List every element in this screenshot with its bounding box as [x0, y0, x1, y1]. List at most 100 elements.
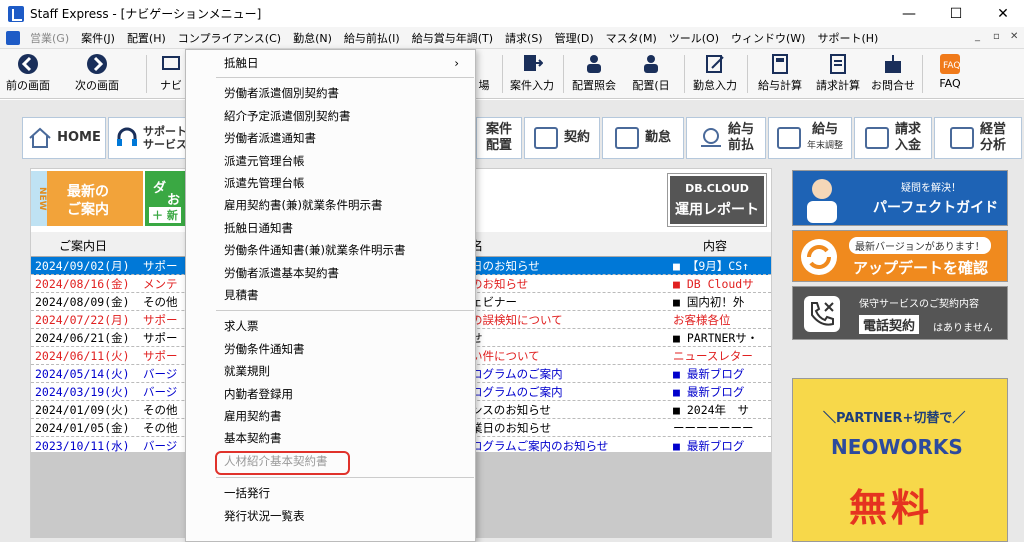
- row-category: メンテ: [143, 277, 178, 291]
- db-cloud-report-button[interactable]: DB.CLOUD 運用レポート: [667, 173, 767, 227]
- db-line1: ダ: [153, 181, 167, 196]
- menu-kanri[interactable]: 管理(D): [549, 30, 600, 46]
- menu-seikyu[interactable]: 請求(S): [499, 30, 549, 46]
- tab-keiei[interactable]: 経営 分析: [934, 117, 1022, 159]
- tab-kyuyo-maebarai[interactable]: 給与 前払: [686, 117, 766, 159]
- kintai-input-button[interactable]: 勤怠入力: [688, 51, 742, 97]
- mdi-restore-button[interactable]: ▫: [993, 31, 1000, 42]
- haichi-day-button[interactable]: 配置(日: [626, 51, 676, 97]
- menu-item[interactable]: 求人票: [186, 315, 475, 337]
- row-category: サポー: [143, 331, 178, 345]
- menu-anken[interactable]: 案件(J): [75, 30, 121, 46]
- maintenance-banner[interactable]: 保守サービスのご契約内容 電話契約 はありません: [792, 286, 1008, 340]
- contact-button[interactable]: お問合せ: [868, 51, 918, 97]
- b1-line1: 疑問を解決！: [901, 183, 961, 194]
- menu-item[interactable]: 労働者派遣個別契約書: [186, 82, 475, 104]
- menu-item[interactable]: 労働条件通知書: [186, 338, 475, 360]
- maximize-button[interactable]: ☐: [933, 0, 979, 27]
- mdi-icon: [6, 30, 20, 45]
- menu-item[interactable]: 基本契約書: [186, 427, 475, 449]
- menu-item[interactable]: 派遣元管理台帳: [186, 150, 475, 172]
- latest-news-button[interactable]: NEW 最新の ご案内: [31, 171, 143, 226]
- tab-seikyu[interactable]: 請求 入金: [854, 117, 932, 159]
- minimize-button[interactable]: —: [886, 0, 932, 27]
- update-banner[interactable]: 最新バージョンがあります！ アップデートを確認: [792, 230, 1008, 282]
- menu-item[interactable]: 紹介予定派遣個別契約書: [186, 105, 475, 127]
- haichi-shokai-button[interactable]: 配置照会: [566, 51, 622, 97]
- menu-kyuyo-shoyo[interactable]: 給与賞与年調(T): [406, 30, 499, 46]
- tab-home-label: HOME: [57, 130, 101, 145]
- toolbar-separator: [563, 55, 564, 93]
- neoworks-banner[interactable]: ＼PARTNER+切替で／ NEOWORKS 無料: [792, 378, 1008, 542]
- b3-line2: 電話契約: [859, 315, 920, 334]
- menu-item[interactable]: 見積書: [186, 284, 475, 306]
- row-content: ニュースレター: [673, 349, 753, 363]
- menu-item[interactable]: 派遣先管理台帳: [186, 172, 475, 194]
- toolbar-partial-label: 場: [478, 79, 490, 92]
- menu-item[interactable]: 就業規則: [186, 360, 475, 382]
- kintai-input-label: 勤怠入力: [693, 79, 737, 92]
- window-title: Staff Express - [ナビゲーションメニュー]: [30, 7, 262, 21]
- tab-keiyaku-label: 契約: [563, 130, 590, 145]
- menu-eigyo[interactable]: 営業(G): [24, 30, 75, 46]
- mdi-close-button[interactable]: ✕: [1010, 31, 1018, 42]
- b3-line3: はありません: [933, 323, 993, 334]
- menu-separator: [216, 310, 474, 312]
- svg-text:FAQ: FAQ: [943, 61, 960, 71]
- row-title: ログラムのご案内: [471, 385, 563, 399]
- anken-input-button[interactable]: 案件入力: [505, 51, 559, 97]
- menu-item[interactable]: 内勤者登録用: [186, 383, 475, 405]
- row-content: ーーーーーーー: [673, 421, 754, 435]
- menu-separator: [216, 477, 474, 479]
- menu-haichi[interactable]: 配置(H): [121, 30, 172, 46]
- home-icon: [29, 127, 51, 148]
- menu-compliance[interactable]: コンプライアンス(C): [172, 30, 287, 46]
- tab-support[interactable]: サポート サービス: [108, 117, 188, 159]
- contact-label: お問合せ: [871, 79, 915, 92]
- tab-keiyaku[interactable]: 契約: [524, 117, 600, 159]
- mdi-minimize-button[interactable]: _: [975, 31, 980, 42]
- row-category: その他: [143, 421, 178, 435]
- tab-kintai[interactable]: 勤怠: [602, 117, 684, 159]
- perfect-guide-banner[interactable]: 疑問を解決！ パーフェクトガイド: [792, 170, 1008, 226]
- bar-chart-icon: [949, 127, 974, 149]
- toolbar-partial-button[interactable]: 場: [474, 51, 494, 97]
- header-date: ご案内日: [59, 239, 108, 253]
- tab-anken[interactable]: 案件 配置: [476, 117, 522, 159]
- menu-item-label: 派遣元管理台帳: [224, 153, 305, 168]
- menu-item[interactable]: 雇用契約書(兼)就業条件明示書: [186, 194, 475, 216]
- sidebar-banners: 疑問を解決！ パーフェクトガイド 最新バージョンがあります！ アップデートを確認…: [792, 168, 1008, 542]
- menu-window[interactable]: ウィンドウ(W): [725, 30, 811, 46]
- menu-master[interactable]: マスタ(M): [600, 30, 663, 46]
- tab-home[interactable]: HOME: [22, 117, 106, 159]
- tab-kyuyo[interactable]: 給与 年末調整: [768, 117, 852, 159]
- latest-news-label: 最新の ご案内: [67, 184, 109, 218]
- kyuyo-keisan-button[interactable]: 給与計算: [752, 51, 808, 97]
- menu-item[interactable]: 労働条件通知書(兼)就業条件明示書: [186, 239, 475, 261]
- faq-button[interactable]: FAQ FAQ: [930, 51, 970, 97]
- forward-button[interactable]: 次の画面: [66, 51, 128, 97]
- menu-item-label: 雇用契約書(兼)就業条件明示書: [224, 198, 383, 213]
- navi-button[interactable]: ナビ: [156, 51, 186, 97]
- menu-kintai[interactable]: 勤怠(N): [287, 30, 338, 46]
- menu-item-label: 派遣先管理台帳: [224, 176, 305, 190]
- seikyu-keisan-button[interactable]: 請求計算: [810, 51, 866, 97]
- menu-item[interactable]: 労働者派遣通知書: [186, 127, 475, 149]
- new-tag: NEW: [31, 171, 47, 226]
- menu-item[interactable]: 抵触日 ›: [186, 52, 475, 74]
- db-button[interactable]: ダ お ＋ 新: [145, 171, 187, 226]
- back-button[interactable]: 前の画面: [2, 51, 54, 97]
- menu-item-label: 一括発行: [224, 486, 270, 501]
- menu-item[interactable]: 抵触日通知書: [186, 217, 475, 239]
- menu-support[interactable]: サポート(H): [811, 30, 884, 46]
- menu-item[interactable]: 一括発行: [186, 482, 475, 504]
- menu-tool[interactable]: ツール(O): [663, 30, 725, 46]
- timesheet-icon: [614, 127, 639, 149]
- menu-item[interactable]: 雇用契約書: [186, 405, 475, 427]
- menu-kyuyo-maebarai[interactable]: 給与前払(I): [338, 30, 406, 46]
- tab-anken-label: 案件 配置: [485, 122, 512, 153]
- close-button[interactable]: ✕: [980, 0, 1024, 27]
- menu-item[interactable]: 発行状況一覧表: [186, 505, 475, 527]
- menu-item[interactable]: 労働者派遣基本契約書: [186, 262, 475, 284]
- row-content: ■ 最新ブログ: [673, 385, 745, 399]
